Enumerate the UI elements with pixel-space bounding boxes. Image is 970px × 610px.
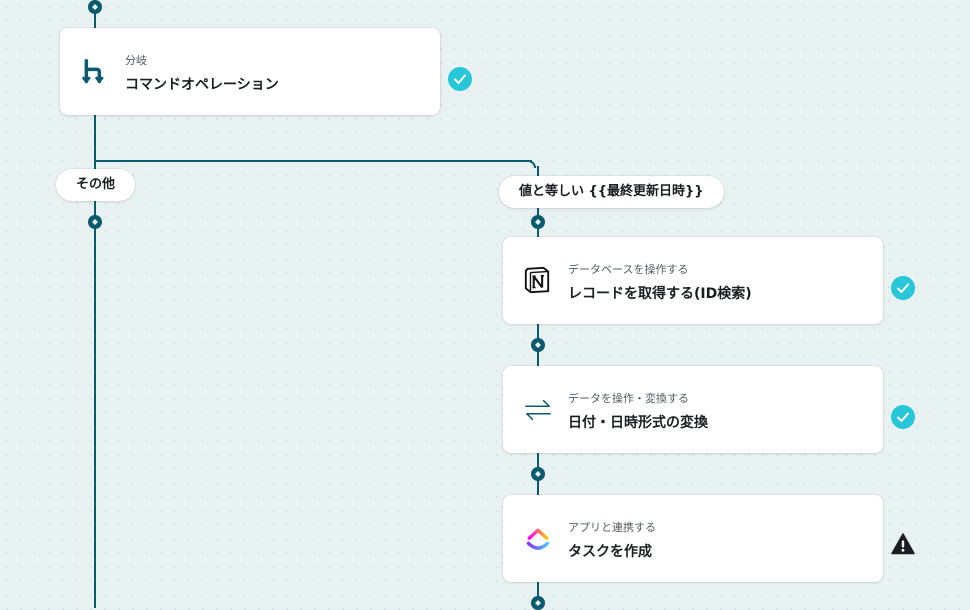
step-title: レコードを取得する(ID検索) bbox=[568, 286, 752, 302]
step-subtitle: 分岐 bbox=[125, 54, 147, 67]
step-card-branch[interactable]: 分岐 コマンドオペレーション bbox=[60, 28, 440, 115]
notion-icon bbox=[524, 266, 550, 294]
add-step-node[interactable] bbox=[531, 467, 545, 481]
step-subtitle: データベースを操作する bbox=[568, 263, 689, 276]
add-step-node[interactable] bbox=[531, 338, 545, 352]
add-step-node[interactable] bbox=[531, 215, 545, 229]
clickup-icon bbox=[526, 528, 550, 550]
connector-curve bbox=[528, 160, 536, 168]
flow-canvas[interactable]: その他 値と等しい {{最終更新日時}} 分岐 コマンドオペレーション データベ… bbox=[0, 0, 970, 610]
add-step-node[interactable] bbox=[88, 0, 102, 14]
step-subtitle: データを操作・変換する bbox=[568, 392, 689, 405]
warning-icon bbox=[891, 533, 915, 555]
branch-label-equals[interactable]: 値と等しい {{最終更新日時}} bbox=[499, 176, 724, 208]
step-title: コマンドオペレーション bbox=[125, 77, 279, 93]
step-card-notion[interactable]: データベースを操作する レコードを取得する(ID検索) bbox=[503, 237, 883, 324]
check-icon bbox=[891, 276, 915, 300]
check-icon bbox=[891, 405, 915, 429]
step-title: タスクを作成 bbox=[568, 544, 652, 560]
step-title: 日付・日時形式の変換 bbox=[568, 415, 708, 431]
connector-line bbox=[94, 160, 532, 162]
branch-icon bbox=[82, 59, 104, 84]
step-card-convert[interactable]: データを操作・変換する 日付・日時形式の変換 bbox=[503, 366, 883, 453]
step-card-clickup[interactable]: アプリと連携する タスクを作成 bbox=[503, 495, 883, 582]
check-icon bbox=[448, 67, 472, 91]
add-step-node[interactable] bbox=[88, 215, 102, 229]
branch-label-other[interactable]: その他 bbox=[56, 169, 136, 201]
convert-arrows-icon bbox=[525, 399, 551, 421]
step-subtitle: アプリと連携する bbox=[568, 521, 656, 534]
